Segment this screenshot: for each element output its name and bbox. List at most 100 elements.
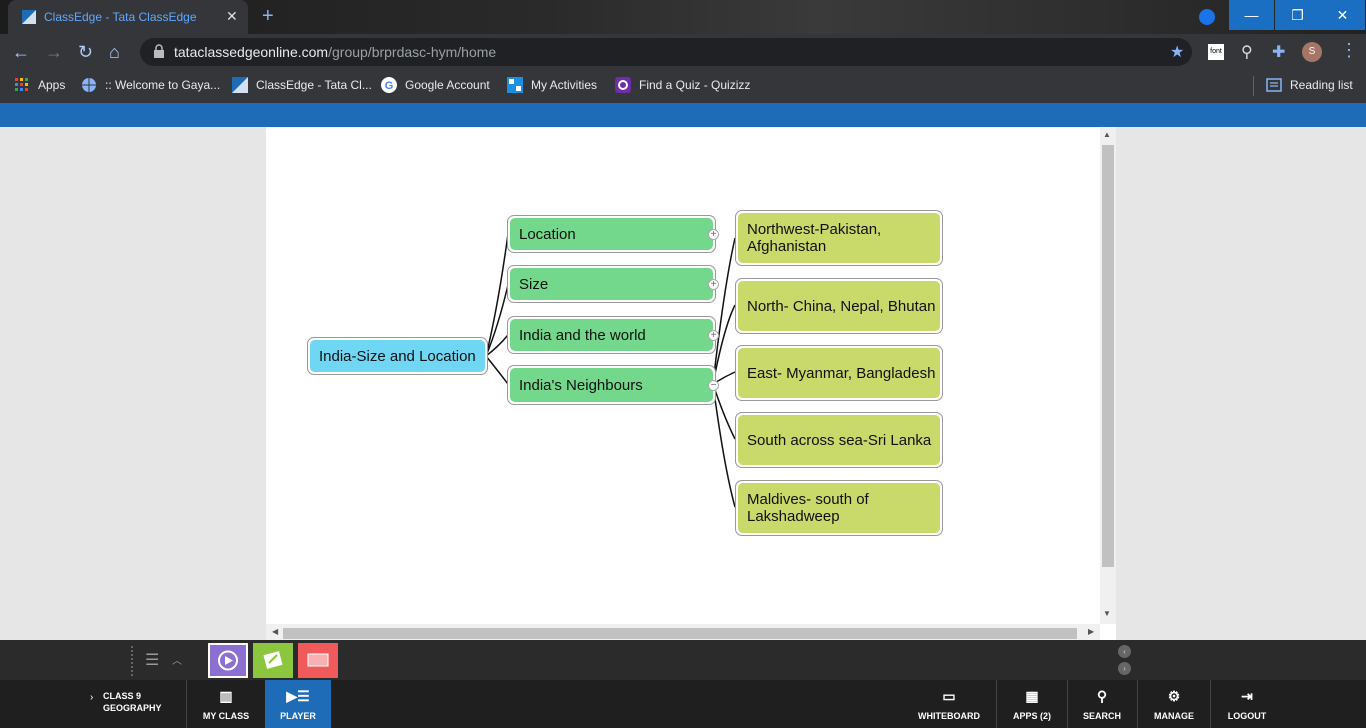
presentation-tool-button[interactable] — [298, 643, 338, 678]
node-label: Size — [510, 268, 713, 300]
bookmark-apps[interactable]: Apps — [14, 77, 65, 93]
bookmark-google-account[interactable]: G Google Account — [381, 77, 490, 93]
bookmark-label: :: Welcome to Gaya... — [105, 78, 221, 92]
connector-root-world — [485, 334, 509, 357]
activities-icon — [507, 77, 523, 93]
profile-avatar[interactable]: S — [1302, 42, 1322, 62]
node-label: East- Myanmar, Bangladesh — [738, 348, 940, 398]
whiteboard-label: WHITEBOARD — [918, 711, 980, 721]
font-extension-icon[interactable]: font — [1208, 44, 1224, 60]
tool-tray — [0, 640, 1366, 680]
connector-root-neighbours — [485, 355, 509, 385]
scroll-down-arrow-icon[interactable]: ▼ — [1103, 609, 1111, 618]
play-tool-button[interactable] — [208, 643, 248, 678]
svg-text:G: G — [385, 80, 394, 92]
reading-list-button[interactable]: Reading list — [1266, 77, 1353, 93]
apps-button[interactable]: ▦ APPS (2) — [1000, 680, 1064, 728]
bookmark-classedge[interactable]: ClassEdge - Tata Cl... — [232, 77, 372, 93]
horizontal-scroll-thumb[interactable] — [283, 628, 1077, 639]
tray-scroll-up-icon[interactable]: ‹ — [1118, 645, 1131, 658]
expand-icon[interactable]: + — [708, 279, 719, 290]
collapse-icon[interactable]: − — [708, 380, 719, 391]
search-label: SEARCH — [1082, 711, 1121, 721]
browser-toolbar: ← → ↻ ⌂ tataclassedgeonline.com/group/br… — [0, 34, 1366, 70]
reload-icon[interactable]: ↻ — [78, 42, 93, 63]
mindmap-node-size[interactable]: Size — [507, 265, 716, 303]
scroll-left-arrow-icon[interactable]: ◀ — [272, 627, 278, 636]
logout-button[interactable]: ⇥ LOGOUT — [1213, 680, 1281, 728]
node-label: North- China, Nepal, Bhutan — [738, 281, 940, 331]
mindmap-root-node[interactable]: India-Size and Location — [307, 337, 488, 375]
manage-button[interactable]: ⚙ MANAGE — [1140, 680, 1208, 728]
bookmark-label: Apps — [38, 78, 66, 92]
class-name: CLASS 9 — [103, 691, 142, 701]
drag-handle-icon[interactable] — [131, 646, 134, 676]
scroll-up-arrow-icon[interactable]: ▲ — [1103, 130, 1111, 139]
vertical-scroll-thumb[interactable] — [1102, 145, 1114, 567]
my-class-label: MY CLASS — [202, 711, 250, 721]
player-button[interactable]: ▶☰ PLAYER — [265, 680, 331, 728]
bookmark-label: Google Account — [405, 78, 490, 92]
tab-close-icon[interactable]: ✕ — [226, 8, 238, 25]
bookmark-star-icon[interactable]: ★ — [1170, 42, 1184, 62]
bookmark-label: Find a Quiz - Quizizz — [639, 78, 751, 92]
class-selector[interactable]: CLASS 9 GEOGRAPHY — [103, 690, 162, 714]
mindmap-leaf-south[interactable]: South across sea-Sri Lanka — [735, 412, 943, 468]
whiteboard-icon: ▭ — [942, 688, 956, 704]
tab-title: ClassEdge - Tata ClassEdge — [44, 10, 197, 24]
apps-grid-icon — [15, 78, 28, 91]
home-icon[interactable]: ⌂ — [109, 42, 120, 63]
window-close-button[interactable]: ✕ — [1320, 0, 1365, 30]
new-tab-button[interactable]: + — [262, 5, 274, 28]
url-path: /group/brprdasc-hym/home — [328, 44, 497, 60]
list-indent-icon[interactable]: ☰ — [145, 650, 159, 670]
search-button[interactable]: ⚲ SEARCH — [1070, 680, 1134, 728]
window-minimize-button[interactable]: — — [1229, 0, 1274, 30]
tray-scroll-down-icon[interactable]: › — [1118, 662, 1131, 675]
logout-label: LOGOUT — [1227, 711, 1267, 721]
reading-list-label: Reading list — [1290, 78, 1353, 92]
whiteboard-button[interactable]: ▭ WHITEBOARD — [910, 680, 988, 728]
player-label: PLAYER — [280, 711, 316, 721]
address-bar[interactable]: tataclassedgeonline.com/group/brprdasc-h… — [140, 38, 1192, 66]
browser-tab[interactable]: ClassEdge - Tata ClassEdge ✕ — [8, 0, 248, 34]
my-class-button[interactable]: ▥ MY CLASS — [187, 680, 265, 728]
expand-icon[interactable]: + — [708, 330, 719, 341]
presentation-icon — [307, 653, 329, 667]
logout-icon: ⇥ — [1241, 688, 1253, 704]
forward-arrow-icon[interactable]: → — [45, 42, 63, 63]
mindmap-leaf-northwest[interactable]: Northwest-Pakistan, Afghanistan — [735, 210, 943, 266]
mindmap-leaf-north[interactable]: North- China, Nepal, Bhutan — [735, 278, 943, 334]
url-text: tataclassedgeonline.com/group/brprdasc-h… — [174, 44, 496, 60]
mindmap-leaf-maldives[interactable]: Maldives- south of Lakshadweep — [735, 480, 943, 536]
google-icon: G — [381, 77, 397, 93]
bookmark-my-activities[interactable]: My Activities — [507, 77, 597, 93]
search-icon: ⚲ — [1096, 688, 1108, 704]
nav-divider — [1067, 680, 1068, 728]
window-restore-button[interactable]: ❐ — [1275, 0, 1320, 30]
chevron-up-icon[interactable]: ︿ — [172, 652, 182, 667]
scroll-right-arrow-icon[interactable]: ▶ — [1088, 627, 1094, 636]
chevron-right-icon[interactable]: › — [90, 692, 93, 703]
root-node-label: India-Size and Location — [310, 340, 485, 372]
connector-root-size — [485, 284, 509, 357]
edit-tool-button[interactable] — [253, 643, 293, 678]
mindmap-leaf-east[interactable]: East- Myanmar, Bangladesh — [735, 345, 943, 401]
mindmap-node-location[interactable]: Location — [507, 215, 716, 253]
chrome-profile-icon[interactable] — [1199, 9, 1215, 25]
back-arrow-icon[interactable]: ← — [12, 42, 30, 63]
apps-grid-icon: ▦ — [1025, 688, 1039, 704]
mindmap-node-neighbours[interactable]: India's Neighbours — [507, 365, 716, 405]
bookmark-welcome-gaya[interactable]: :: Welcome to Gaya... — [81, 77, 220, 93]
zoom-extension-icon[interactable]: ⚲ — [1241, 42, 1253, 62]
mindmap-node-india-and-world[interactable]: India and the world — [507, 316, 716, 354]
node-label: South across sea-Sri Lanka — [738, 415, 940, 465]
browser-title-bar: ClassEdge - Tata ClassEdge ✕ + — ❐ ✕ — [0, 0, 1366, 34]
url-host: tataclassedgeonline.com — [174, 44, 329, 60]
pencil-card-icon — [263, 651, 283, 669]
extensions-puzzle-icon[interactable]: ✚ — [1272, 42, 1285, 62]
chrome-menu-icon[interactable]: ⋮ — [1340, 40, 1358, 61]
expand-icon[interactable]: + — [708, 229, 719, 240]
classedge-icon — [232, 77, 248, 93]
bookmark-quizizz[interactable]: Find a Quiz - Quizizz — [615, 77, 750, 93]
